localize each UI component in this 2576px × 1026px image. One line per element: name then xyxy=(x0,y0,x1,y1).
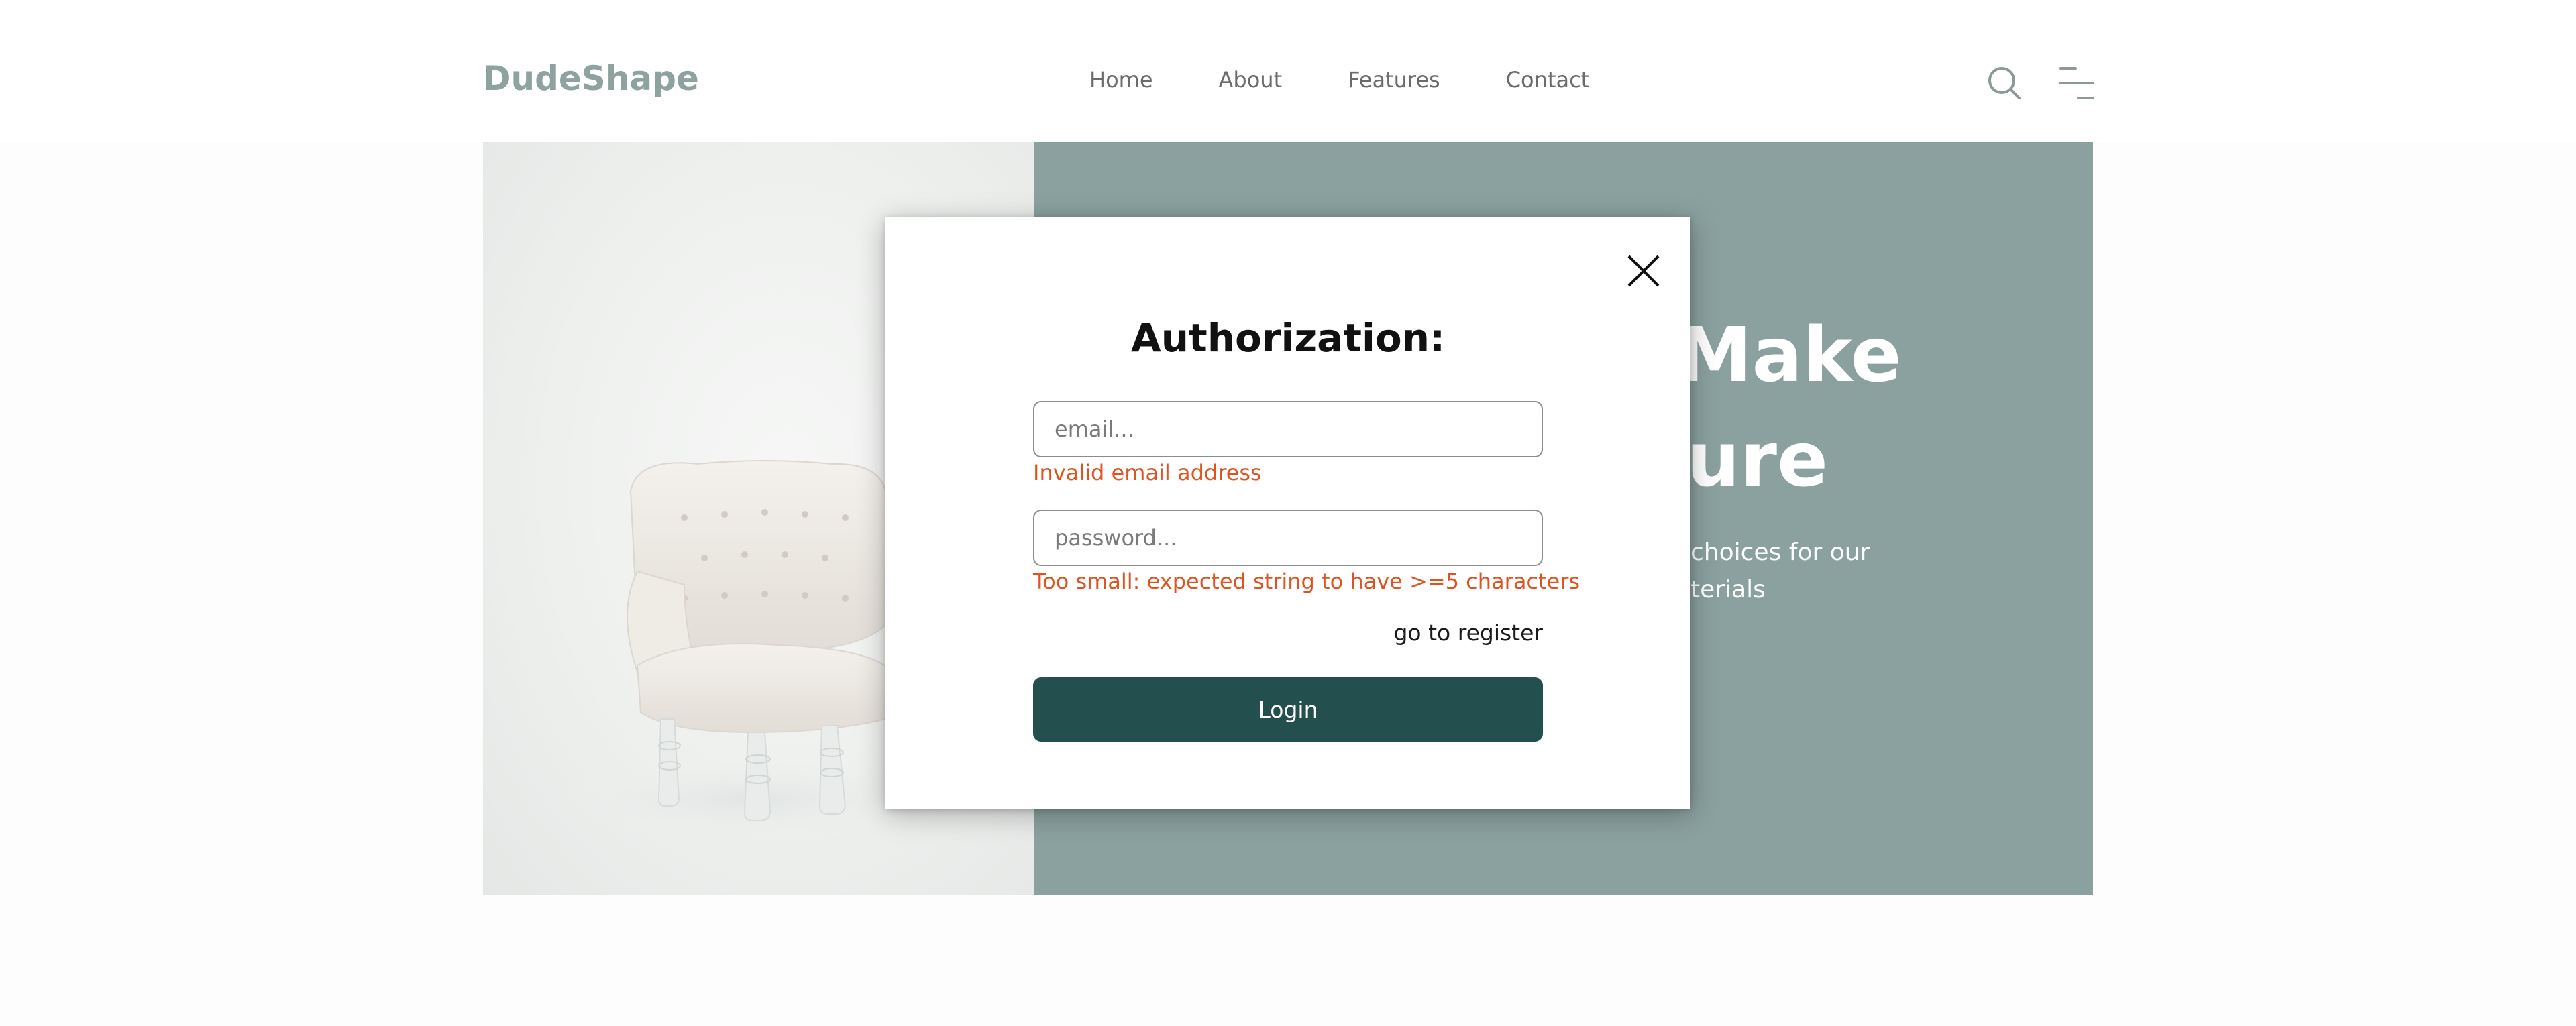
nav-features[interactable]: Features xyxy=(1348,67,1440,93)
go-to-register-link[interactable]: go to register xyxy=(1393,620,1543,646)
nav-about[interactable]: About xyxy=(1219,67,1283,93)
email-error: Invalid email address xyxy=(1033,460,1262,486)
site-header: DudeShape Home About Features Contact xyxy=(483,0,2094,144)
site-logo[interactable]: DudeShape xyxy=(483,59,699,98)
menu-button[interactable] xyxy=(2059,64,2094,102)
nav-contact[interactable]: Contact xyxy=(1506,67,1590,93)
login-button[interactable]: Login xyxy=(1033,677,1543,742)
hero-title-text-1: Make xyxy=(1677,312,1902,399)
search-icon xyxy=(1988,67,2021,99)
page: DudeShape Home About Features Contact Ma… xyxy=(0,0,2576,1026)
nav-home[interactable]: Home xyxy=(1089,67,1153,93)
close-icon xyxy=(1627,255,1660,287)
main-nav: Home About Features Contact xyxy=(1089,67,1589,93)
password-error: Too small: expected string to have >=5 c… xyxy=(1033,569,1580,594)
password-field[interactable] xyxy=(1033,510,1543,566)
search-button[interactable] xyxy=(1986,64,2023,102)
hero-title-text-2: ure xyxy=(1686,416,1828,504)
modal-title: Authorization: xyxy=(1130,315,1446,361)
email-field[interactable] xyxy=(1033,401,1543,457)
authorization-modal: Authorization: Invalid email address Too… xyxy=(885,217,1690,809)
close-button[interactable] xyxy=(1625,252,1662,290)
menu-icon xyxy=(2059,67,2094,99)
